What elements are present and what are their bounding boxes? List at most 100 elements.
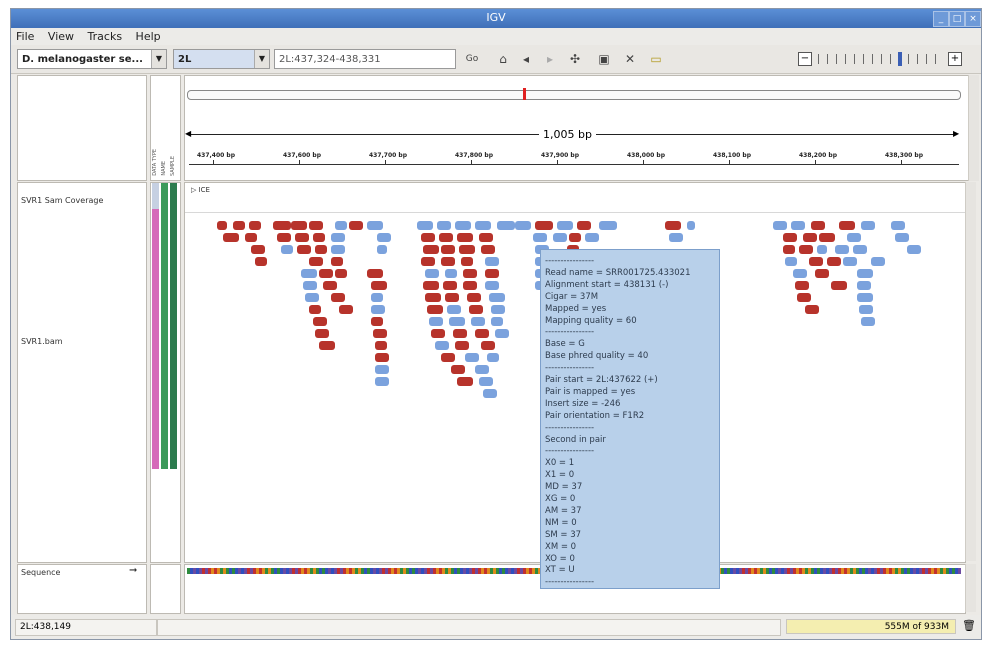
alignment-read[interactable] [217, 221, 227, 230]
alignment-read[interactable] [335, 269, 347, 278]
attribute-header-name[interactable]: NAME [161, 161, 167, 176]
alignment-read[interactable] [277, 233, 291, 242]
alignment-read[interactable] [421, 257, 435, 266]
back-icon[interactable]: ◂ [517, 51, 535, 67]
alignment-read[interactable] [439, 233, 453, 242]
alignment-read[interactable] [437, 221, 451, 230]
alignment-read[interactable] [491, 317, 503, 326]
zoom-out-button[interactable]: − [798, 52, 812, 66]
chromosome-ideogram[interactable] [187, 90, 961, 100]
alignment-read[interactable] [339, 305, 353, 314]
attribute-cell[interactable] [152, 209, 159, 469]
alignment-read[interactable] [857, 281, 871, 290]
alignment-read[interactable] [425, 269, 439, 278]
attribute-cell[interactable] [152, 183, 159, 209]
alignment-read[interactable] [599, 221, 617, 230]
alignment-read[interactable] [377, 233, 391, 242]
alignment-read[interactable] [489, 293, 505, 302]
alignment-read[interactable] [371, 281, 387, 290]
alignment-read[interactable] [481, 245, 495, 254]
alignment-read[interactable] [811, 221, 825, 230]
chromosome-select[interactable]: 2L ▼ [173, 49, 270, 69]
refresh-icon[interactable]: ✣ [566, 51, 584, 67]
alignment-read[interactable] [783, 233, 797, 242]
alignment-read[interactable] [375, 341, 387, 350]
zoom-in-button[interactable]: + [948, 52, 962, 66]
alignment-read[interactable] [451, 365, 465, 374]
alignment-read[interactable] [533, 233, 547, 242]
alignment-read[interactable] [297, 245, 311, 254]
alignment-read[interactable] [515, 221, 531, 230]
alignment-read[interactable] [475, 365, 489, 374]
alignment-read[interactable] [447, 305, 461, 314]
alignment-read[interactable] [465, 353, 479, 362]
alignment-read[interactable] [377, 245, 387, 254]
zoom-tick[interactable] [935, 54, 936, 64]
alignment-read[interactable] [857, 293, 873, 302]
alignment-read[interactable] [871, 257, 885, 266]
close-button[interactable]: × [965, 11, 981, 27]
alignment-read[interactable] [427, 305, 443, 314]
alignment-read[interactable] [479, 377, 493, 386]
alignment-read[interactable] [417, 221, 433, 230]
coverage-track-name[interactable]: SVR1 Sam Coverage [21, 196, 103, 205]
alignment-read[interactable] [831, 281, 847, 290]
alignment-read[interactable] [331, 245, 345, 254]
alignment-read[interactable] [835, 245, 849, 254]
alignment-read[interactable] [861, 317, 875, 326]
alignment-read[interactable] [907, 245, 921, 254]
alignment-read[interactable] [425, 293, 441, 302]
alignment-read[interactable] [373, 329, 387, 338]
alignment-read[interactable] [819, 233, 835, 242]
alignment-read[interactable] [423, 245, 439, 254]
alignment-read[interactable] [687, 221, 695, 230]
alignment-read[interactable] [891, 221, 905, 230]
alignment-read[interactable] [335, 221, 347, 230]
alignment-read[interactable] [843, 257, 857, 266]
alignment-read[interactable] [475, 221, 491, 230]
alignment-read[interactable] [585, 233, 599, 242]
forward-icon[interactable]: ▸ [541, 51, 559, 67]
alignment-read[interactable] [301, 269, 317, 278]
alignment-read[interactable] [853, 245, 867, 254]
alignment-read[interactable] [331, 257, 343, 266]
zoom-tick[interactable] [872, 54, 873, 64]
zoom-tick[interactable] [836, 54, 837, 64]
alignment-read[interactable] [309, 221, 323, 230]
alignment-read[interactable] [273, 221, 291, 230]
alignment-read[interactable] [371, 305, 385, 314]
alignment-read[interactable] [485, 281, 499, 290]
alignment-read[interactable] [857, 269, 873, 278]
alignment-read[interactable] [443, 281, 457, 290]
menu-file[interactable]: File [11, 28, 39, 43]
alignment-read[interactable] [479, 233, 493, 242]
alignment-read[interactable] [319, 341, 335, 350]
zoom-tick[interactable] [827, 54, 828, 64]
alignment-read[interactable] [367, 221, 383, 230]
data-scrollbar[interactable] [965, 182, 976, 561]
alignment-read[interactable] [463, 269, 477, 278]
region-icon[interactable]: ▣ [595, 51, 613, 67]
alignment-read[interactable] [817, 245, 827, 254]
alignment-read[interactable] [281, 245, 293, 254]
zoom-tick[interactable] [881, 54, 882, 64]
alignment-read[interactable] [455, 341, 469, 350]
alignment-read[interactable] [245, 233, 257, 242]
zoom-tick[interactable] [845, 54, 846, 64]
alignment-read[interactable] [773, 221, 787, 230]
alignment-read[interactable] [449, 317, 465, 326]
strand-arrow-icon[interactable]: ➞ [129, 565, 137, 576]
alignment-read[interactable] [805, 305, 819, 314]
alignment-read[interactable] [847, 233, 861, 242]
zoom-current-marker[interactable] [898, 52, 902, 66]
alignment-read[interactable] [669, 233, 683, 242]
alignment-read[interactable] [793, 269, 807, 278]
go-button[interactable]: Go [461, 51, 483, 67]
alignment-read[interactable] [809, 257, 823, 266]
header-scrollbar[interactable] [968, 75, 979, 181]
alignment-read[interactable] [251, 245, 265, 254]
alignment-read[interactable] [305, 293, 319, 302]
alignment-read[interactable] [313, 317, 327, 326]
sequence-track-name[interactable]: Sequence [21, 568, 60, 577]
alignment-read[interactable] [799, 245, 813, 254]
